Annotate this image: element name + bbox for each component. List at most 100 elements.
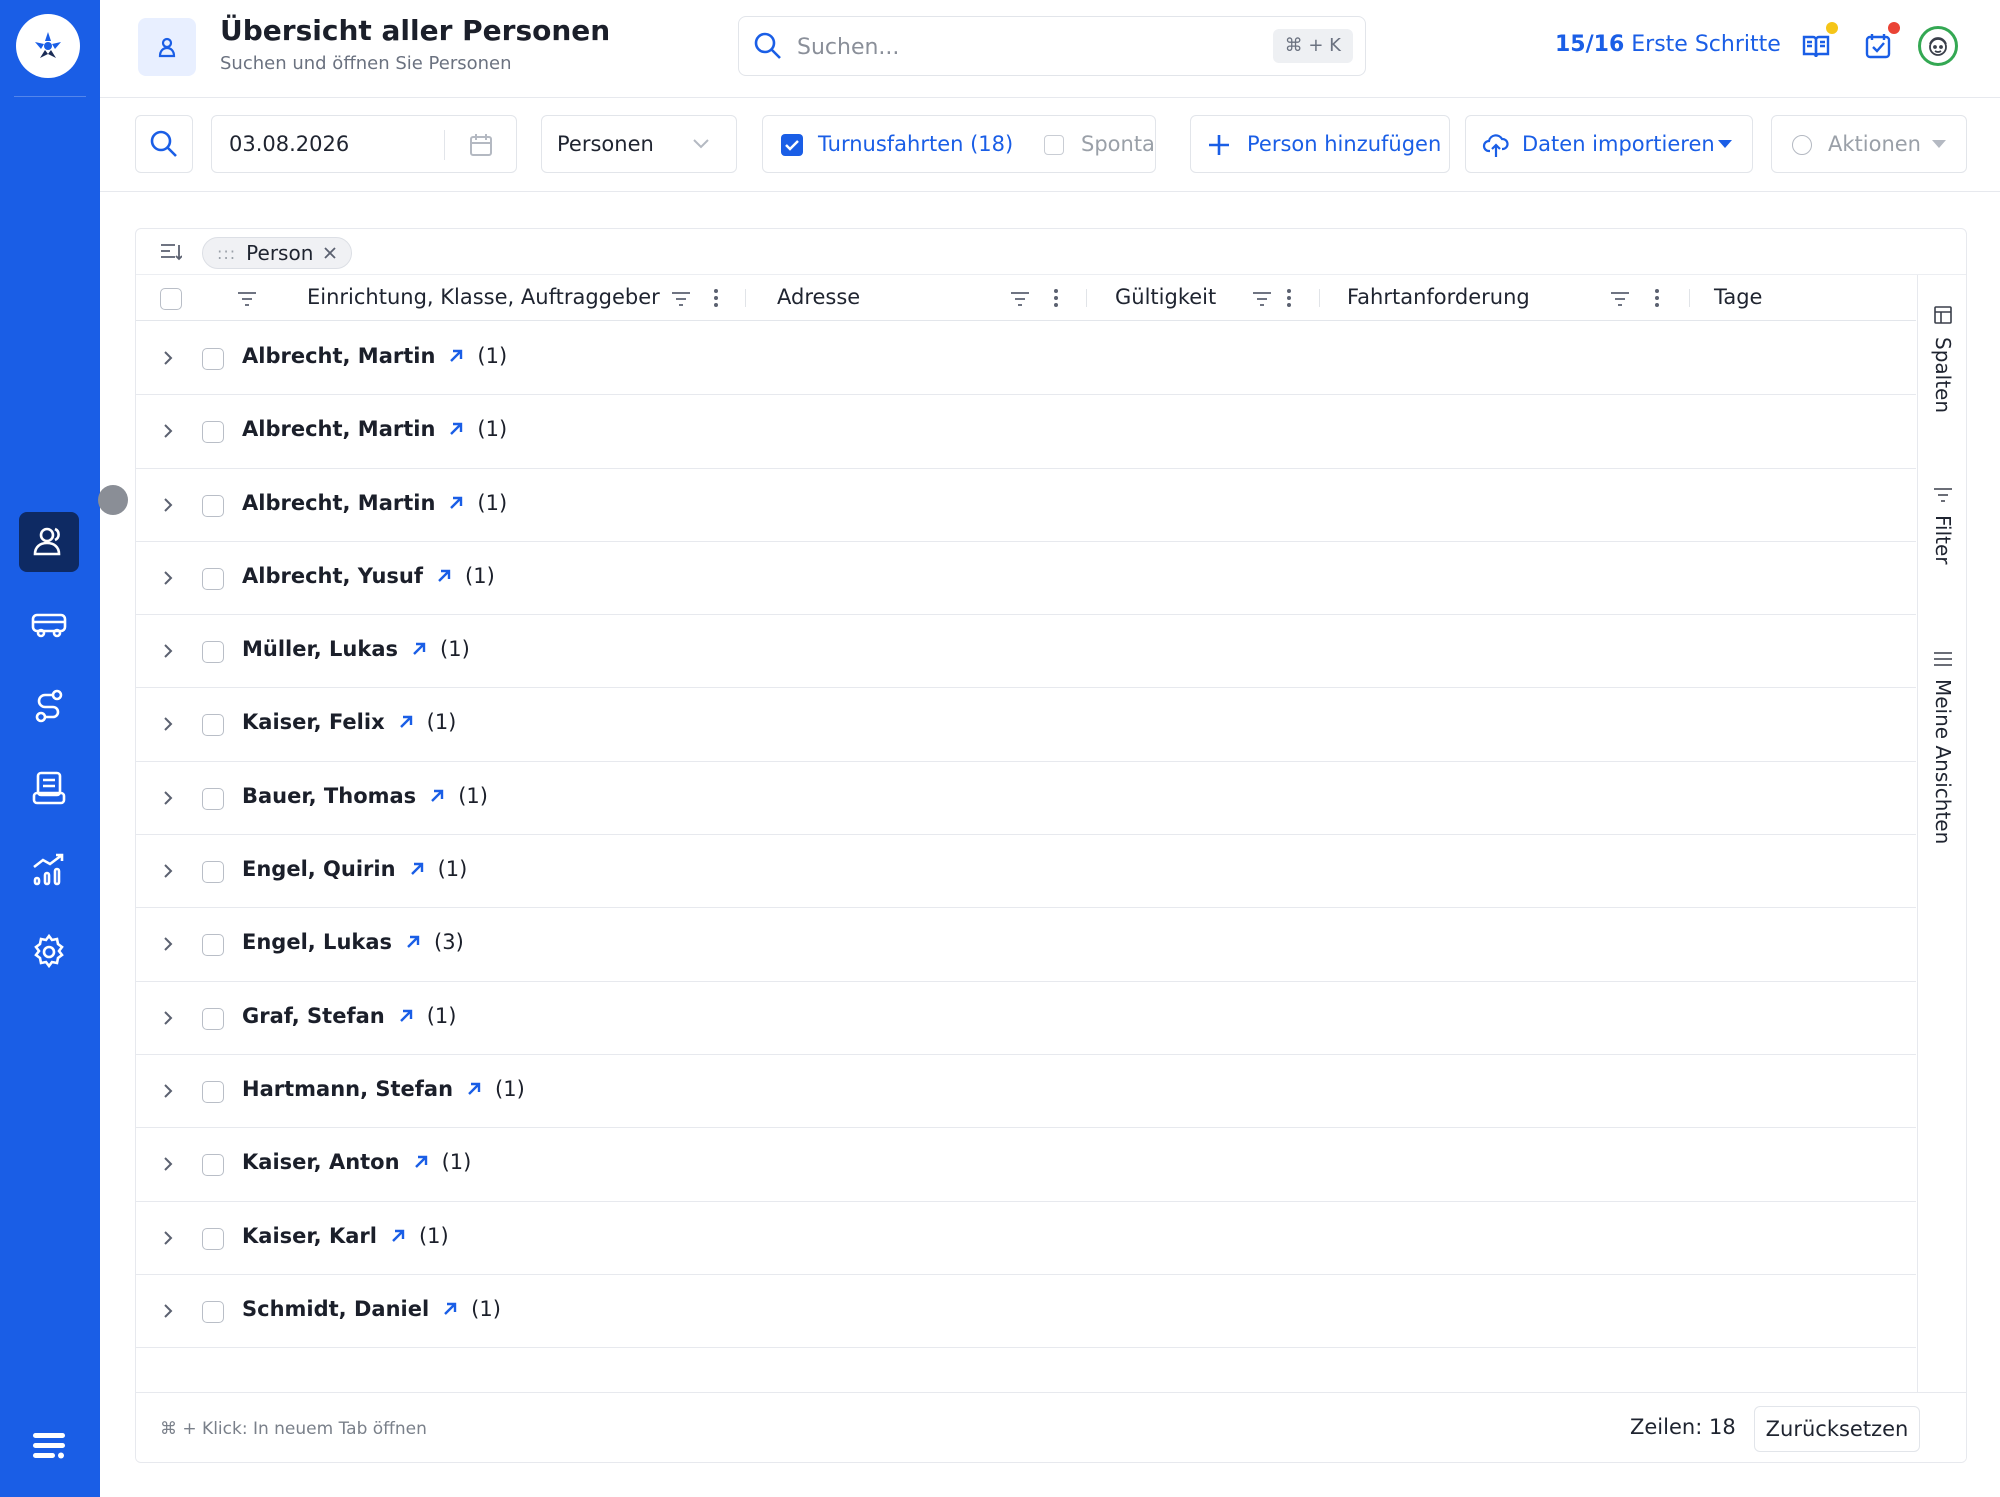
open-external-icon[interactable] xyxy=(404,933,422,951)
row-checkbox[interactable] xyxy=(202,641,224,664)
nav-documents[interactable] xyxy=(19,758,79,818)
chevron-right-icon[interactable] xyxy=(162,789,174,807)
table-row[interactable]: Kaiser, Karl (1) xyxy=(136,1202,1916,1275)
guide-button[interactable] xyxy=(1796,22,1838,66)
table-row[interactable]: Engel, Quirin (1) xyxy=(136,835,1916,909)
column-filter-icon[interactable] xyxy=(671,291,691,307)
person-link[interactable]: Graf, Stefan (1) xyxy=(242,1004,456,1028)
open-external-icon[interactable] xyxy=(447,347,465,365)
row-checkbox[interactable] xyxy=(202,1154,224,1177)
chevron-right-icon[interactable] xyxy=(162,715,174,733)
row-checkbox[interactable] xyxy=(202,494,224,517)
column-menu-icon[interactable] xyxy=(713,288,719,308)
open-external-icon[interactable] xyxy=(435,567,453,585)
row-checkbox[interactable] xyxy=(202,567,224,590)
global-search[interactable]: Suchen... ⌘ + K xyxy=(738,16,1366,76)
person-link[interactable]: Albrecht, Martin (1) xyxy=(242,344,507,368)
open-external-icon[interactable] xyxy=(397,713,415,731)
person-link[interactable]: Albrecht, Martin (1) xyxy=(242,417,507,441)
person-link[interactable]: Albrecht, Martin (1) xyxy=(242,491,507,515)
chevron-right-icon[interactable] xyxy=(162,1009,174,1027)
date-picker[interactable]: 03.08.2026 xyxy=(211,115,517,173)
open-external-icon[interactable] xyxy=(447,420,465,438)
person-link[interactable]: Engel, Lukas (3) xyxy=(242,930,464,954)
spontan-label[interactable]: Spontan xyxy=(1081,132,1155,156)
turnus-label[interactable]: Turnusfahrten (18) xyxy=(818,132,1013,156)
table-row[interactable]: Kaiser, Felix (1) xyxy=(136,688,1916,762)
person-link[interactable]: Schmidt, Daniel (1) xyxy=(242,1297,501,1321)
onboarding-steps-link[interactable]: 15/16 Erste Schritte xyxy=(1555,32,1781,57)
chevron-right-icon[interactable] xyxy=(162,496,174,514)
chevron-right-icon[interactable] xyxy=(162,1082,174,1100)
table-search-button[interactable] xyxy=(135,115,193,173)
row-checkbox[interactable] xyxy=(202,1227,224,1250)
column-filter-icon[interactable] xyxy=(1010,291,1030,307)
group-chip-person[interactable]: ::: Person xyxy=(202,237,353,269)
chevron-right-icon[interactable] xyxy=(162,422,174,440)
open-external-icon[interactable] xyxy=(410,640,428,658)
nav-routes[interactable] xyxy=(19,676,79,736)
column-filter-icon[interactable] xyxy=(1610,291,1630,307)
filter-lines-icon[interactable] xyxy=(237,291,257,307)
row-checkbox[interactable] xyxy=(202,348,224,370)
entity-type-select[interactable]: Personen xyxy=(541,115,737,173)
column-header-gueltigkeit[interactable]: Gültigkeit xyxy=(1115,285,1216,309)
side-tab-columns[interactable]: Spalten xyxy=(1918,305,1966,413)
person-link[interactable]: Bauer, Thomas (1) xyxy=(242,784,488,808)
open-external-icon[interactable] xyxy=(412,1153,430,1171)
table-row[interactable]: Lehmann, Lars(2) xyxy=(136,1348,1916,1364)
reset-button[interactable]: Zurücksetzen xyxy=(1754,1406,1920,1452)
row-checkbox[interactable] xyxy=(202,421,224,444)
tasks-button[interactable] xyxy=(1858,22,1900,66)
person-link[interactable]: Hartmann, Stefan (1) xyxy=(242,1077,525,1101)
rail-resize-handle[interactable] xyxy=(98,485,128,515)
actions-button[interactable]: Aktionen xyxy=(1771,115,1967,173)
chevron-right-icon[interactable] xyxy=(162,349,174,367)
row-checkbox[interactable] xyxy=(202,861,224,884)
open-external-icon[interactable] xyxy=(428,787,446,805)
table-row[interactable]: Bauer, Thomas (1) xyxy=(136,762,1916,836)
row-checkbox[interactable] xyxy=(202,787,224,810)
chevron-right-icon[interactable] xyxy=(162,1302,174,1320)
open-external-icon[interactable] xyxy=(447,494,465,512)
chevron-right-icon[interactable] xyxy=(162,935,174,953)
nav-settings[interactable] xyxy=(19,922,79,982)
nav-statistics[interactable] xyxy=(19,840,79,900)
open-external-icon[interactable] xyxy=(465,1080,483,1098)
table-row[interactable]: Hartmann, Stefan (1) xyxy=(136,1055,1916,1129)
table-row[interactable]: Albrecht, Yusuf (1) xyxy=(136,542,1916,616)
chevron-right-icon[interactable] xyxy=(162,569,174,587)
app-logo[interactable] xyxy=(16,14,80,78)
table-row[interactable]: Schmidt, Daniel (1) xyxy=(136,1275,1916,1349)
column-separator[interactable] xyxy=(1689,289,1690,307)
side-tab-filter[interactable]: Filter xyxy=(1918,487,1966,565)
column-filter-icon[interactable] xyxy=(1252,291,1272,307)
row-checkbox[interactable] xyxy=(202,714,224,737)
row-checkbox[interactable] xyxy=(202,1080,224,1103)
nav-menu[interactable] xyxy=(19,1416,79,1476)
chevron-right-icon[interactable] xyxy=(162,1229,174,1247)
avatar[interactable] xyxy=(1918,26,1958,66)
side-tab-my-views[interactable]: Meine Ansichten xyxy=(1918,651,1966,844)
table-row[interactable]: Albrecht, Martin (1) xyxy=(136,469,1916,542)
table-row[interactable]: Kaiser, Anton (1) xyxy=(136,1128,1916,1202)
nav-persons[interactable] xyxy=(19,512,79,572)
open-external-icon[interactable] xyxy=(408,860,426,878)
column-separator[interactable] xyxy=(745,289,746,307)
column-separator[interactable] xyxy=(1319,289,1320,307)
row-checkbox[interactable] xyxy=(202,1007,224,1030)
open-external-icon[interactable] xyxy=(389,1227,407,1245)
person-link[interactable]: Kaiser, Karl (1) xyxy=(242,1224,449,1248)
open-external-icon[interactable] xyxy=(441,1300,459,1318)
column-menu-icon[interactable] xyxy=(1654,288,1660,308)
column-separator[interactable] xyxy=(1086,289,1087,307)
column-header-fahrtanforderung[interactable]: Fahrtanforderung xyxy=(1347,285,1530,309)
person-link[interactable]: Engel, Quirin (1) xyxy=(242,857,467,881)
person-link[interactable]: Müller, Lukas (1) xyxy=(242,637,470,661)
column-header-einrichtung[interactable]: Einrichtung, Klasse, Auftraggeber xyxy=(307,285,660,309)
column-menu-icon[interactable] xyxy=(1286,288,1292,308)
column-header-adresse[interactable]: Adresse xyxy=(777,285,860,309)
row-checkbox[interactable] xyxy=(202,1300,224,1323)
chevron-right-icon[interactable] xyxy=(162,862,174,880)
table-row[interactable]: Albrecht, Martin (1) xyxy=(136,395,1916,469)
